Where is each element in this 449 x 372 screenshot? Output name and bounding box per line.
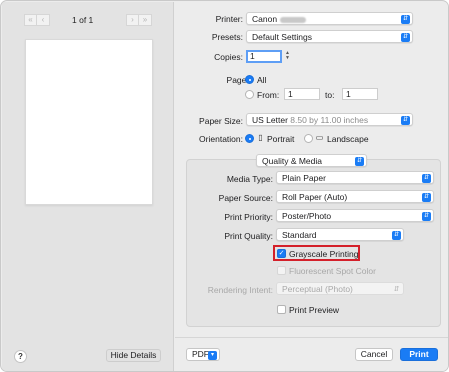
quality-media-section <box>186 159 441 327</box>
printer-value: Canon <box>252 14 278 24</box>
copies-field[interactable]: 1 <box>246 50 282 63</box>
preview-nav-forward-group: › » <box>126 14 152 27</box>
preview-pane: « ‹ 1 of 1 › » ? Hide Details <box>2 2 174 371</box>
section-value: Quality & Media <box>262 156 322 166</box>
page-preview <box>25 39 153 205</box>
pages-all-radio[interactable] <box>245 75 254 84</box>
presets-value: Default Settings <box>252 32 313 42</box>
print-quality-label: Print Quality: <box>224 231 273 241</box>
media-type-label: Media Type: <box>226 174 273 184</box>
fluorescent-label: Fluorescent Spot Color <box>289 266 376 276</box>
paper-size-detail: 8.50 by 11.00 inches <box>290 115 369 125</box>
popup-chevron-icon: ⇵ <box>355 156 364 166</box>
media-type-popup[interactable]: Plain Paper ⇵ <box>276 171 434 184</box>
grayscale-label: Grayscale Printing <box>289 249 359 259</box>
popup-chevron-icon: ⇵ <box>401 32 410 42</box>
popup-chevron-icon: ⇵ <box>401 14 410 24</box>
paper-source-popup[interactable]: Roll Paper (Auto) ⇵ <box>276 190 434 203</box>
presets-popup[interactable]: Default Settings ⇵ <box>246 30 413 43</box>
pages-from-label: From: <box>257 90 280 100</box>
orientation-landscape-radio[interactable] <box>304 134 313 143</box>
popup-chevron-icon: ⇵ <box>422 211 431 221</box>
redacted-model <box>280 16 307 23</box>
print-button[interactable]: Print <box>400 348 438 361</box>
popup-chevron-icon: ⇵ <box>422 192 431 202</box>
section-popup[interactable]: Quality & Media ⇵ <box>256 154 367 167</box>
popup-chevron-icon: ⇵ <box>422 173 431 183</box>
printer-popup[interactable]: Canon ⇵ <box>246 12 413 25</box>
printer-label: Printer: <box>215 14 243 24</box>
fluorescent-checkbox[interactable] <box>277 266 286 275</box>
orientation-portrait-radio[interactable] <box>245 134 254 143</box>
rendering-intent-value: Perceptual (Photo) <box>282 284 353 294</box>
hide-details-button[interactable]: Hide Details <box>106 349 161 362</box>
pages-all-label: All <box>257 75 267 85</box>
print-priority-popup[interactable]: Poster/Photo ⇵ <box>276 209 434 222</box>
print-quality-value: Standard <box>282 230 317 240</box>
print-priority-label: Print Priority: <box>224 212 273 222</box>
next-page-button[interactable]: › <box>126 14 139 26</box>
cancel-button[interactable]: Cancel <box>355 348 393 361</box>
popup-chevron-icon: ⇵ <box>401 115 410 125</box>
pages-range-radio[interactable] <box>245 90 254 99</box>
print-preview-checkbox[interactable] <box>277 305 286 314</box>
paper-size-label: Paper Size: <box>199 116 243 126</box>
paper-size-value: US Letter <box>252 115 288 125</box>
copies-label: Copies: <box>214 52 243 62</box>
print-preview-label: Print Preview <box>289 305 340 315</box>
print-quality-popup[interactable]: Standard ⇵ <box>276 228 404 241</box>
paper-size-popup[interactable]: US Letter 8.50 by 11.00 inches ⇵ <box>246 113 413 126</box>
orientation-label: Orientation: <box>199 134 243 144</box>
first-page-button[interactable]: « <box>24 14 37 26</box>
paper-source-value: Roll Paper (Auto) <box>282 192 348 202</box>
pages-to-field[interactable]: 1 <box>342 88 378 100</box>
presets-label: Presets: <box>211 32 243 42</box>
preview-nav-back-group: « ‹ <box>24 14 50 27</box>
previous-page-button[interactable]: ‹ <box>37 14 50 26</box>
orientation-portrait-label: Portrait <box>267 134 295 144</box>
last-page-button[interactable]: » <box>139 14 152 26</box>
popup-chevron-icon: ⇵ <box>393 285 400 293</box>
rendering-intent-popup[interactable]: Perceptual (Photo) ⇵ <box>276 282 404 295</box>
chevron-down-icon: ▾ <box>208 350 217 360</box>
media-type-value: Plain Paper <box>282 173 326 183</box>
grayscale-checkbox[interactable]: ✓ <box>277 248 286 258</box>
pdf-menu-button[interactable]: PDF ▾ <box>186 348 220 361</box>
page-indicator: 1 of 1 <box>72 15 94 25</box>
pdf-label: PDF <box>192 349 209 359</box>
paper-source-label: Paper Source: <box>218 193 273 203</box>
portrait-icon: ▯ <box>258 133 263 142</box>
footer-divider <box>175 337 448 338</box>
print-priority-value: Poster/Photo <box>282 211 332 221</box>
help-button[interactable]: ? <box>14 350 27 363</box>
pages-to-label: to: <box>325 90 335 100</box>
pages-from-field[interactable]: 1 <box>284 88 320 100</box>
landscape-icon: ▭ <box>315 133 324 142</box>
popup-chevron-icon: ⇵ <box>392 230 401 240</box>
print-dialog: « ‹ 1 of 1 › » ? Hide Details Printer: C… <box>0 0 449 372</box>
orientation-landscape-label: Landscape <box>327 134 369 144</box>
rendering-intent-label: Rendering Intent: <box>207 285 273 295</box>
copies-stepper[interactable]: ▲ ▼ <box>284 51 291 63</box>
